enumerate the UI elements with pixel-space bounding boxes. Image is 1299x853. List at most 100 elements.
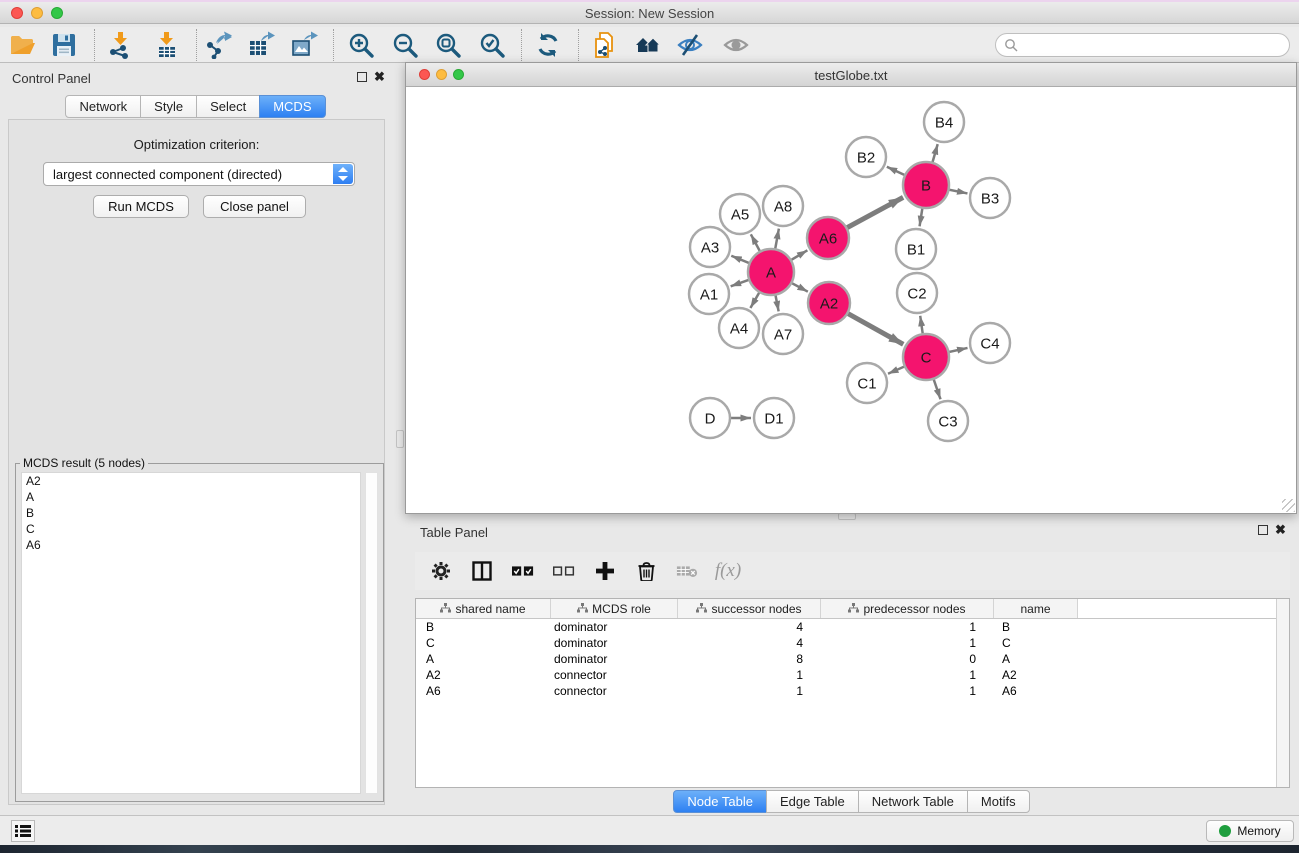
table-cell[interactable]: 8 bbox=[678, 651, 821, 667]
add-column-icon[interactable] bbox=[594, 560, 616, 582]
mcds-result-list[interactable]: A2ABCA6 bbox=[21, 472, 361, 794]
table-cell[interactable]: dominator bbox=[551, 651, 678, 667]
graph-node-label: C bbox=[921, 350, 932, 367]
column-header-successor-nodes[interactable]: successor nodes bbox=[678, 599, 821, 618]
table-cell[interactable]: A2 bbox=[416, 667, 551, 683]
table-cell[interactable]: connector bbox=[551, 683, 678, 699]
mcds-result-scrollbar[interactable] bbox=[365, 472, 378, 794]
save-session-icon[interactable] bbox=[50, 31, 78, 59]
table-cell[interactable]: 1 bbox=[678, 683, 821, 699]
table-cell[interactable]: 4 bbox=[678, 619, 821, 635]
table-cell[interactable]: 4 bbox=[678, 635, 821, 651]
table-cell[interactable]: A bbox=[994, 651, 1078, 667]
tab-edge-table[interactable]: Edge Table bbox=[766, 790, 859, 813]
new-network-from-selection-icon[interactable] bbox=[592, 31, 620, 59]
mcds-result-item[interactable]: A2 bbox=[22, 473, 360, 489]
table-body: Bdominator41BCdominator41CAdominator80AA… bbox=[416, 619, 1289, 699]
zoom-in-icon[interactable] bbox=[347, 31, 375, 59]
export-table-icon[interactable] bbox=[247, 31, 275, 59]
table-scrollbar[interactable] bbox=[1276, 599, 1289, 787]
run-mcds-button[interactable]: Run MCDS bbox=[93, 195, 189, 218]
zoom-fit-icon[interactable] bbox=[434, 31, 462, 59]
graph-node-label: D1 bbox=[764, 411, 783, 428]
table-row[interactable]: Bdominator41B bbox=[416, 619, 1289, 635]
network-canvas[interactable]: AA1A2A3A4A5A6A7A8BB1B2B3B4CC1C2C3C4DD1 bbox=[406, 87, 1296, 513]
table-cell[interactable]: B bbox=[994, 619, 1078, 635]
table-cell[interactable]: A6 bbox=[416, 683, 551, 699]
float-panel-icon[interactable] bbox=[357, 72, 367, 82]
hide-selected-icon[interactable] bbox=[676, 31, 704, 59]
close-panel-icon[interactable]: ✖ bbox=[374, 72, 385, 82]
network-graph[interactable]: AA1A2A3A4A5A6A7A8BB1B2B3B4CC1C2C3C4DD1 bbox=[406, 87, 1296, 513]
table-row[interactable]: A6connector11A6 bbox=[416, 683, 1289, 699]
show-task-history-button[interactable] bbox=[11, 820, 35, 842]
memory-status-icon bbox=[1219, 825, 1231, 837]
panel-splitter-handle[interactable] bbox=[396, 430, 404, 448]
close-panel-button[interactable]: Close panel bbox=[203, 195, 306, 218]
panel-splitter-handle[interactable] bbox=[838, 513, 856, 520]
column-header-MCDS-role[interactable]: MCDS role bbox=[551, 599, 678, 618]
table-row[interactable]: Cdominator41C bbox=[416, 635, 1289, 651]
table-cell[interactable]: A2 bbox=[994, 667, 1078, 683]
open-session-icon[interactable] bbox=[8, 31, 36, 59]
export-image-icon[interactable] bbox=[290, 31, 318, 59]
zoom-selected-icon[interactable] bbox=[478, 31, 506, 59]
table-cell[interactable]: dominator bbox=[551, 635, 678, 651]
table-cell[interactable]: dominator bbox=[551, 619, 678, 635]
memory-button[interactable]: Memory bbox=[1206, 820, 1294, 842]
attribute-tree-icon bbox=[440, 602, 451, 616]
close-panel-icon[interactable]: ✖ bbox=[1275, 525, 1286, 535]
mcds-result-item[interactable]: C bbox=[22, 521, 360, 537]
toolbar-separator bbox=[196, 29, 197, 61]
window-resize-grip[interactable] bbox=[1282, 499, 1295, 512]
import-table-icon[interactable] bbox=[152, 31, 180, 59]
table-cell[interactable]: C bbox=[994, 635, 1078, 651]
export-network-icon[interactable] bbox=[204, 31, 232, 59]
table-cell[interactable]: 1 bbox=[678, 667, 821, 683]
select-all-columns-icon[interactable] bbox=[512, 560, 534, 582]
gear-icon[interactable] bbox=[430, 560, 452, 582]
tab-network[interactable]: Network bbox=[65, 95, 141, 118]
tab-mcds[interactable]: MCDS bbox=[259, 95, 325, 118]
refresh-layout-icon[interactable] bbox=[534, 31, 562, 59]
app-titlebar: Session: New Session bbox=[0, 0, 1299, 24]
network-window-title: testGlobe.txt bbox=[406, 68, 1296, 83]
table-cell[interactable]: B bbox=[416, 619, 551, 635]
tab-motifs[interactable]: Motifs bbox=[967, 790, 1030, 813]
delete-column-icon[interactable] bbox=[635, 560, 657, 582]
float-panel-icon[interactable] bbox=[1258, 525, 1268, 535]
table-cell[interactable]: A6 bbox=[994, 683, 1078, 699]
table-cell[interactable]: 1 bbox=[821, 635, 994, 651]
tab-node-table[interactable]: Node Table bbox=[673, 790, 767, 813]
column-header-predecessor-nodes[interactable]: predecessor nodes bbox=[821, 599, 994, 618]
zoom-out-icon[interactable] bbox=[391, 31, 419, 59]
table-cell[interactable]: 1 bbox=[821, 683, 994, 699]
graph-node-label: D bbox=[705, 411, 716, 428]
main-toolbar bbox=[0, 27, 1299, 63]
tab-select[interactable]: Select bbox=[196, 95, 260, 118]
mcds-result-item[interactable]: A6 bbox=[22, 537, 360, 553]
table-cell[interactable]: A bbox=[416, 651, 551, 667]
table-cell[interactable]: 1 bbox=[821, 667, 994, 683]
tab-style[interactable]: Style bbox=[140, 95, 197, 118]
deselect-all-columns-icon[interactable] bbox=[553, 560, 575, 582]
table-cell[interactable]: 0 bbox=[821, 651, 994, 667]
mcds-result-item[interactable]: B bbox=[22, 505, 360, 521]
search-field[interactable] bbox=[995, 33, 1290, 57]
split-columns-icon[interactable] bbox=[471, 560, 493, 582]
column-header-shared-name[interactable]: shared name bbox=[416, 599, 551, 618]
table-row[interactable]: A2connector11A2 bbox=[416, 667, 1289, 683]
graph-node-label: C3 bbox=[938, 414, 957, 431]
show-all-icon[interactable] bbox=[722, 31, 750, 59]
tab-network-table[interactable]: Network Table bbox=[858, 790, 968, 813]
table-row[interactable]: Adominator80A bbox=[416, 651, 1289, 667]
search-input[interactable] bbox=[1022, 36, 1282, 54]
optimization-criterion-dropdown[interactable]: largest connected component (directed) bbox=[43, 162, 355, 186]
table-cell[interactable]: 1 bbox=[821, 619, 994, 635]
table-cell[interactable]: connector bbox=[551, 667, 678, 683]
table-cell[interactable]: C bbox=[416, 635, 551, 651]
column-header-name[interactable]: name bbox=[994, 599, 1078, 618]
mcds-result-item[interactable]: A bbox=[22, 489, 360, 505]
import-network-icon[interactable] bbox=[106, 31, 134, 59]
first-neighbors-icon[interactable] bbox=[634, 31, 662, 59]
